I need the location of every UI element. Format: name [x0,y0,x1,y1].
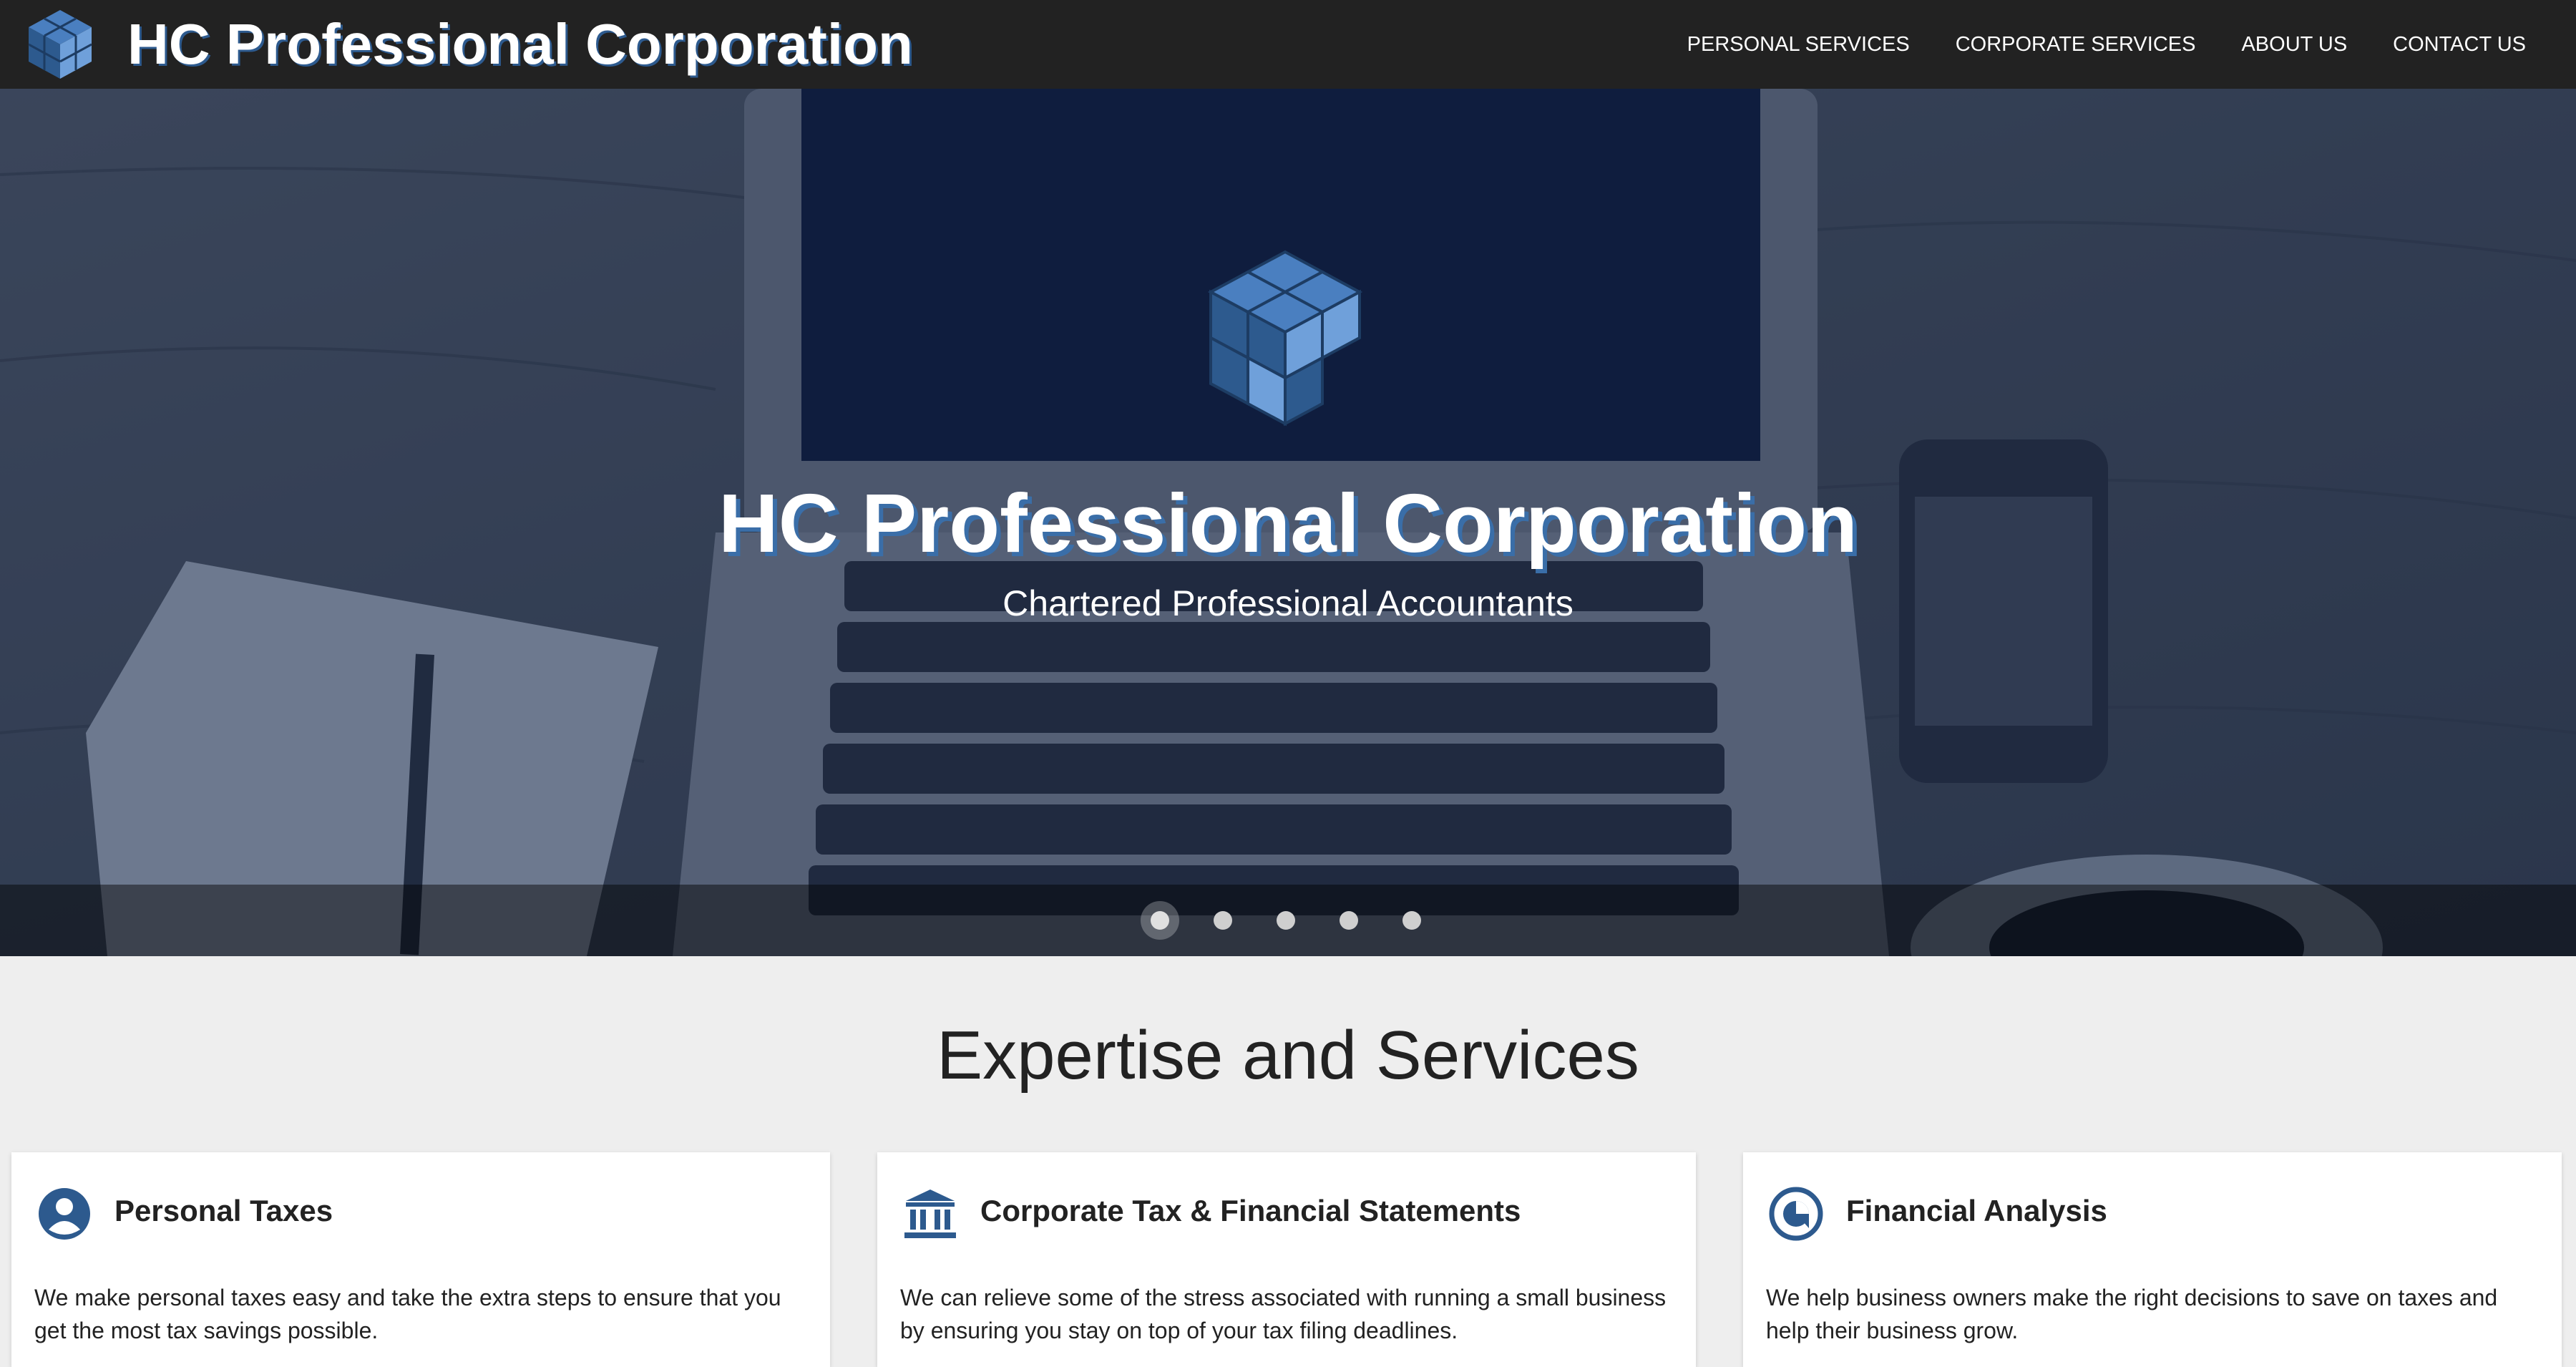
carousel-indicator-bar [0,885,2576,956]
card-text: We can relieve some of the stress associ… [900,1285,1667,1343]
nav-contact-us[interactable]: CONTACT US [2393,33,2526,57]
card-text: We make personal taxes easy and take the… [34,1285,781,1343]
hero-carousel: HC Professional Corporation Chartered Pr… [0,89,2576,956]
person-icon [39,1188,90,1240]
nav-personal-services[interactable]: PERSONAL SERVICES [1687,33,1910,57]
brand-name[interactable]: HC Professional Corporation [127,9,913,80]
top-navbar: HC Professional Corporation PERSONAL SER… [0,0,2576,89]
main-nav: PERSONAL SERVICES CORPORATE SERVICES ABO… [1641,0,2526,89]
hero-title: HC Professional Corporation [718,477,1858,570]
card-text: We help business owners make the right d… [1766,1285,2498,1343]
carousel-dot-3[interactable] [1277,911,1295,930]
carousel-dot-4[interactable] [1340,911,1358,930]
cube-logo-icon[interactable] [26,7,94,82]
carousel-dot-5[interactable] [1402,911,1421,930]
nav-corporate-services[interactable]: CORPORATE SERVICES [1956,33,2196,57]
service-card-corporate-tax[interactable]: Corporate Tax & Financial Statements We … [877,1152,1696,1367]
nav-about-us[interactable]: ABOUT US [2241,33,2347,57]
bank-icon [904,1190,956,1238]
card-title: Personal Taxes [114,1194,333,1227]
cube-logo-icon [1207,250,1363,427]
hero-subtitle: Chartered Professional Accountants [1002,583,1574,623]
services-heading: Expertise and Services [937,1017,1639,1094]
carousel-dot-1[interactable] [1151,911,1169,930]
carousel-dot-2[interactable] [1214,911,1232,930]
card-title: Financial Analysis [1846,1194,2107,1227]
service-card-financial-analysis[interactable]: Financial Analysis We help business owne… [1743,1152,2562,1367]
service-card-personal-taxes[interactable]: Personal Taxes We make personal taxes ea… [11,1152,830,1367]
pie-chart-icon [1769,1187,1823,1241]
card-title: Corporate Tax & Financial Statements [980,1194,1521,1227]
